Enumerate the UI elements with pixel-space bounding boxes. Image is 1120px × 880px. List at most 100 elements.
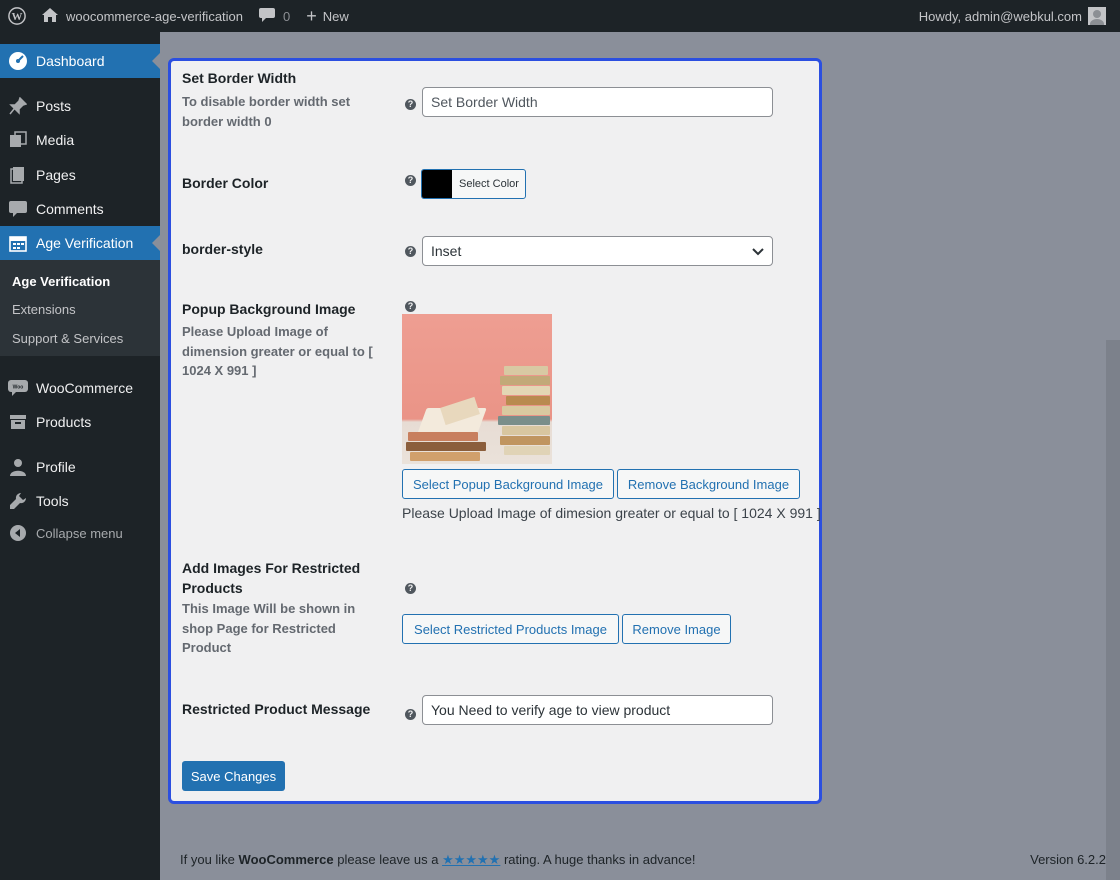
sidebar-item-label: WooCommerce <box>36 380 133 396</box>
select-popup-bg-button[interactable]: Select Popup Background Image <box>402 469 614 499</box>
select-restricted-image-button[interactable]: Select Restricted Products Image <box>402 614 619 644</box>
comment-bubble-icon <box>259 7 276 25</box>
label-line: Products <box>182 579 243 596</box>
current-indicator <box>152 53 160 69</box>
border-width-input[interactable] <box>422 87 773 117</box>
footer-text: rating. A huge thanks in advance! <box>500 852 696 867</box>
description-line: This Image Will be shown in <box>182 601 356 616</box>
popup-bg-label: Popup Background Image <box>182 301 356 317</box>
help-icon[interactable]: ? <box>405 301 416 312</box>
admin-sidebar: Dashboard Posts Media Pages Comments Age… <box>0 32 160 880</box>
description-line: Please Upload Image of <box>182 324 328 339</box>
footer-brand: WooCommerce <box>238 852 334 867</box>
restricted-images-label: Add Images For Restricted Products <box>182 559 360 598</box>
remove-bg-button[interactable]: Remove Background Image <box>617 469 800 499</box>
sidebar-item-woocommerce[interactable]: Woo WooCommerce <box>0 371 160 405</box>
dashboard-icon <box>0 51 36 71</box>
label-line: Add Images For Restricted <box>182 560 361 576</box>
comments-link[interactable]: 0 <box>251 0 298 32</box>
sidebar-item-age-verification[interactable]: Age Verification <box>0 226 160 260</box>
popup-bg-note: Please Upload Image of dimesion greater … <box>402 505 821 521</box>
new-content-link[interactable]: + New <box>298 0 357 32</box>
chevron-down-icon <box>752 243 764 259</box>
border-width-description: To disable border width set border width… <box>182 92 350 131</box>
help-icon[interactable]: ? <box>405 99 416 110</box>
help-icon[interactable]: ? <box>405 175 416 186</box>
help-icon[interactable]: ? <box>405 583 416 594</box>
sidebar-item-pages[interactable]: Pages <box>0 158 160 192</box>
popup-background-image-preview <box>402 314 552 464</box>
media-icon <box>0 131 36 149</box>
sidebar-item-label: Comments <box>36 201 104 217</box>
sidebar-item-label: Pages <box>36 167 76 183</box>
sidebar-item-media[interactable]: Media <box>0 123 160 157</box>
sidebar-item-label: Products <box>36 414 92 430</box>
sidebar-item-label: Media <box>36 132 75 148</box>
sidebar-item-posts[interactable]: Posts <box>0 89 160 123</box>
home-icon <box>42 7 58 25</box>
collapse-menu-button[interactable]: Collapse menu <box>0 516 160 550</box>
plus-icon: + <box>306 6 317 26</box>
comment-icon <box>0 201 36 217</box>
color-swatch <box>422 170 452 198</box>
site-name: woocommerce-age-verification <box>66 8 244 24</box>
pin-icon <box>0 97 36 115</box>
user-icon <box>0 458 36 476</box>
sidebar-item-tools[interactable]: Tools <box>0 484 160 518</box>
woo-icon: Woo <box>0 380 36 396</box>
archive-icon <box>0 414 36 430</box>
version-text: Version 6.2.2 <box>1030 852 1106 867</box>
help-icon[interactable]: ? <box>405 709 416 720</box>
sidebar-item-label: Profile <box>36 459 76 475</box>
sidebar-item-comments[interactable]: Comments <box>0 192 160 226</box>
collapse-icon <box>0 525 36 541</box>
description-line: dimension greater or equal to [ <box>182 343 373 359</box>
restricted-message-input[interactable] <box>422 695 773 725</box>
border-width-label: Set Border Width <box>182 70 297 86</box>
age-verification-submenu: Age Verification Extensions Support & Se… <box>0 260 160 356</box>
remove-image-button[interactable]: Remove Image <box>622 614 731 644</box>
border-style-label: border-style <box>182 241 263 257</box>
border-style-value: Inset <box>431 243 462 259</box>
help-icon[interactable]: ? <box>405 246 416 257</box>
calendar-icon <box>0 234 36 252</box>
select-color-label: Select Color <box>459 178 519 190</box>
sidebar-item-products[interactable]: Products <box>0 405 160 439</box>
current-indicator <box>152 235 160 251</box>
description-line: border width 0 <box>182 113 272 129</box>
footer-thanks: If you like WooCommerce please leave us … <box>180 852 695 868</box>
wordpress-logo-icon[interactable]: W <box>0 0 34 32</box>
border-color-label: Border Color <box>182 175 269 191</box>
sidebar-item-label: Tools <box>36 493 69 509</box>
svg-text:W: W <box>12 11 23 23</box>
description-line: shop Page for Restricted <box>182 620 336 636</box>
submenu-item-support[interactable]: Support & Services <box>12 331 123 346</box>
sidebar-item-label: Collapse menu <box>36 525 123 541</box>
admin-footer: If you like WooCommerce please leave us … <box>180 852 1106 868</box>
new-label: New <box>322 8 349 24</box>
sidebar-item-profile[interactable]: Profile <box>0 450 160 484</box>
rating-stars-link[interactable]: ★★★★★ <box>442 852 500 867</box>
howdy-text: Howdy, admin@webkul.com <box>918 8 1082 24</box>
my-account-link[interactable]: Howdy, admin@webkul.com <box>911 0 1120 32</box>
save-changes-button[interactable]: Save Changes <box>182 761 285 791</box>
description-line: To disable border width set <box>182 94 351 109</box>
restricted-images-description: This Image Will be shown in shop Page fo… <box>182 599 355 658</box>
select-color-button[interactable]: Select Color <box>421 169 526 199</box>
submenu-item-age-verification[interactable]: Age Verification <box>12 274 110 289</box>
sidebar-item-label: Dashboard <box>36 53 105 69</box>
page-scrollbar[interactable] <box>1106 340 1120 880</box>
settings-panel: Set Border Width To disable border width… <box>168 58 822 804</box>
avatar <box>1088 7 1106 25</box>
comments-count: 0 <box>283 8 291 24</box>
admin-bar: W woocommerce-age-verification 0 + New H… <box>0 0 1120 32</box>
border-style-select[interactable]: Inset <box>422 236 773 266</box>
sidebar-item-dashboard[interactable]: Dashboard <box>0 44 160 78</box>
footer-text: please leave us a <box>333 852 443 867</box>
description-line: 1024 X 991 ] <box>182 363 257 378</box>
submenu-item-extensions[interactable]: Extensions <box>12 302 76 317</box>
svg-text:Woo: Woo <box>13 385 24 391</box>
footer-text: If you like <box>180 852 239 867</box>
restricted-message-label: Restricted Product Message <box>182 701 371 717</box>
site-name-link[interactable]: woocommerce-age-verification <box>34 0 251 32</box>
